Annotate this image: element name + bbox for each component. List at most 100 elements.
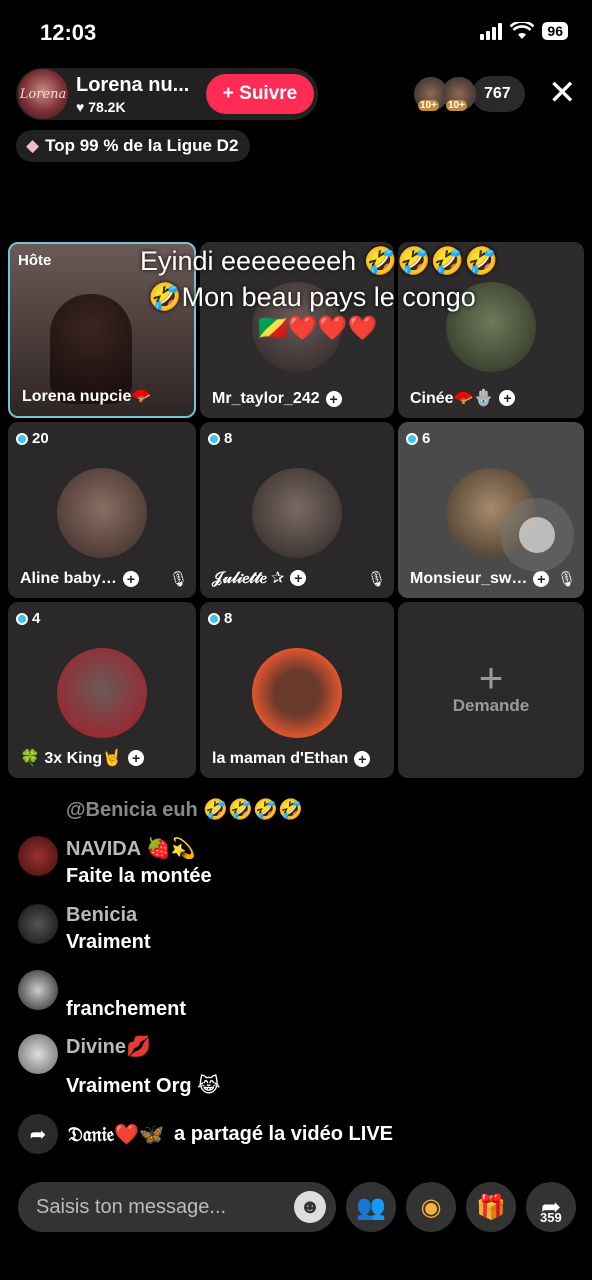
chat-message-body: Divine💋 Vraiment Org 😹: [66, 1034, 221, 1098]
guest-score-value: 8: [224, 610, 233, 627]
tile-label: Aline baby… +: [20, 570, 186, 588]
avatar[interactable]: [18, 904, 58, 944]
close-icon[interactable]: ✕: [548, 76, 577, 110]
guest-score-value: 20: [32, 430, 49, 447]
score-dot-icon: [208, 432, 220, 445]
chat-message[interactable]: franchement: [18, 970, 186, 1021]
overlay-emojis: 🇨🇬❤️❤️❤️: [258, 315, 378, 342]
chat-message[interactable]: NAVIDA 🍓💫 Faite la montée: [18, 836, 212, 888]
plus-icon: +: [478, 654, 504, 701]
emoji-icon[interactable]: ☻: [294, 1191, 326, 1223]
overlay-comment: Eyindi eeeeeeeeh 🤣🤣🤣🤣 🤣Mon beau pays le …: [140, 243, 498, 315]
guest-score-value: 6: [422, 430, 431, 447]
viewer-avatar[interactable]: 10+: [442, 77, 476, 111]
tiktok-coin-icon: ◉: [420, 1193, 442, 1221]
request-join-tile[interactable]: + Demande: [398, 602, 584, 778]
add-friend-icon[interactable]: +: [499, 390, 516, 406]
assistive-touch-button[interactable]: [500, 498, 574, 572]
host-avatar[interactable]: Lorena: [18, 69, 68, 119]
share-text: a partagé la vidéo LIVE: [174, 1122, 393, 1145]
tile-name: Monsieur_sw…: [410, 570, 528, 587]
score-dot-icon: [16, 612, 28, 625]
add-friend-icon[interactable]: +: [128, 750, 145, 766]
viewer-count[interactable]: 767: [472, 76, 525, 112]
league-badge[interactable]: ◆ Top 99 % de la Ligue D2: [16, 130, 251, 162]
gift-button[interactable]: 🎁: [466, 1182, 516, 1232]
chat-username[interactable]: Benicia: [66, 904, 150, 927]
host-likes: ♥ 78.2K: [76, 99, 206, 115]
wifi-icon: [510, 22, 535, 39]
share-count: 359: [540, 1210, 562, 1225]
add-friend-icon[interactable]: +: [122, 571, 139, 587]
viewer-badge: 10+: [446, 100, 467, 111]
avatar[interactable]: [18, 836, 58, 876]
host-info-pill[interactable]: Lorena Lorena nu... ♥ 78.2K + Suivre: [16, 68, 318, 120]
add-friend-icon[interactable]: +: [290, 570, 307, 586]
guest-tile[interactable]: 8 la maman d'Ethan +: [200, 602, 394, 778]
share-username[interactable]: 𝔇𝔞𝔫𝔦𝔢❤️🦋: [68, 1122, 164, 1147]
host-name: Lorena nu...: [76, 73, 190, 96]
guest-avatar: [57, 648, 147, 738]
score-dot-icon: [208, 612, 220, 625]
chat-text: Vraiment Org 😹: [66, 1075, 221, 1097]
chat-text: Faite la montée: [66, 865, 212, 887]
host-tag: Hôte: [18, 252, 52, 269]
mic-muted-icon: 🎙: [366, 571, 386, 588]
message-placeholder: Saisis ton message...: [36, 1195, 227, 1218]
guest-score: 8: [208, 430, 232, 447]
avatar[interactable]: [18, 970, 58, 1010]
guest-score: 8: [208, 610, 232, 627]
chat-username[interactable]: Divine💋: [66, 1034, 221, 1059]
guest-tile[interactable]: 4 🍀 3x King🤘 +: [8, 602, 196, 778]
viewers-area[interactable]: 10+ 10+ 767: [414, 74, 525, 114]
mic-muted-icon: 🎙: [556, 571, 576, 588]
chat-text: Vraiment: [66, 931, 151, 953]
message-input[interactable]: Saisis ton message... ☻: [18, 1182, 336, 1232]
guest-request-button[interactable]: 👥: [346, 1182, 396, 1232]
share-icon: ➦: [18, 1114, 58, 1154]
mic-muted-icon: 🎙: [168, 571, 188, 588]
host-info: Lorena nu... ♥ 78.2K: [76, 74, 206, 115]
guest-tile[interactable]: 8 𝒥𝓊𝓁𝒾𝑒𝓉𝓉𝑒 ✰ + 🎙: [200, 422, 394, 598]
add-friend-icon[interactable]: +: [533, 571, 550, 587]
overlay-line-1: Eyindi eeeeeeeeh 🤣🤣🤣🤣: [140, 246, 499, 276]
tile-name: Mr_taylor_242: [212, 390, 320, 407]
guest-tile[interactable]: 20 Aline baby… + 🎙: [8, 422, 196, 598]
guest-avatar: [252, 468, 342, 558]
tile-name: Lorena nupcie🪭: [22, 388, 152, 405]
plus-icon: +: [222, 83, 240, 104]
tile-label: Cinée🪭🪬 +: [410, 388, 574, 408]
status-icons: 96: [480, 22, 568, 40]
promo-button[interactable]: ◉: [406, 1182, 456, 1232]
chat-username[interactable]: NAVIDA 🍓💫: [66, 836, 212, 861]
viewer-badge: 10+: [418, 100, 439, 111]
status-time: 12:03: [40, 20, 97, 45]
chat-message-body: Benicia Vraiment: [66, 904, 150, 954]
heart-icon: ♥: [76, 98, 89, 115]
follow-button[interactable]: + Suivre: [206, 74, 314, 114]
guest-score-value: 4: [32, 610, 41, 627]
chat-message-body: franchement: [66, 994, 186, 1021]
add-friend-icon[interactable]: +: [354, 751, 371, 767]
tile-label: Mr_taylor_242 +: [212, 390, 384, 408]
host-likes-count: 78.2K: [88, 98, 126, 115]
tile-name: 🍀 3x King🤘: [20, 750, 123, 767]
guest-score: 4: [16, 610, 40, 627]
tile-label: 🍀 3x King🤘 +: [20, 748, 186, 768]
tile-name: 𝒥𝓊𝓁𝒾𝑒𝓉𝓉𝑒 ✰: [212, 570, 285, 587]
guest-score: 20: [16, 430, 49, 447]
tile-name: Aline baby…: [20, 570, 117, 587]
multi-guest-icon: 👥: [356, 1193, 386, 1221]
request-label: Demande: [452, 696, 530, 715]
status-bar: 12:03 96: [0, 0, 592, 66]
avatar[interactable]: [18, 1034, 58, 1074]
chat-message[interactable]: Divine💋 Vraiment Org 😹: [18, 1034, 221, 1098]
chat-message[interactable]: Benicia Vraiment: [18, 904, 150, 954]
add-friend-icon[interactable]: +: [325, 391, 342, 407]
guest-avatar: [57, 468, 147, 558]
tile-label: 𝒥𝓊𝓁𝒾𝑒𝓉𝓉𝑒 ✰ +: [212, 568, 384, 588]
overlay-line-2: 🤣Mon beau pays le congo: [148, 282, 476, 312]
tile-label: Monsieur_sw… +: [410, 570, 574, 588]
guest-score-value: 8: [224, 430, 233, 447]
chat-text: franchement: [66, 998, 187, 1020]
